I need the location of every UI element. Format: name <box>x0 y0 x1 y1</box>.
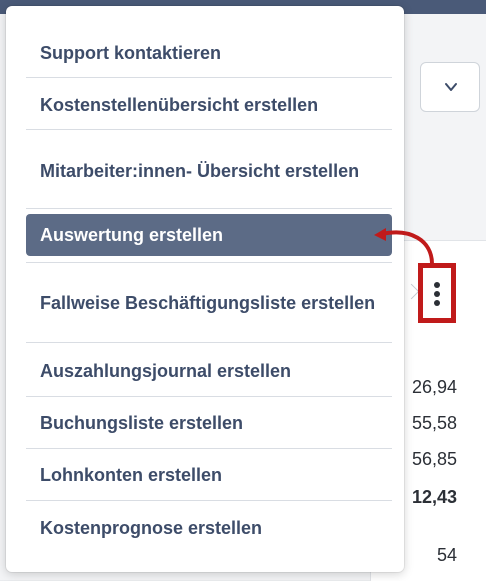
menu-item-auszahlungsjournal[interactable]: Auszahlungsjournal erstellen <box>26 354 392 388</box>
divider <box>26 208 392 209</box>
menu-item-support[interactable]: Support kontaktieren <box>26 36 392 70</box>
menu-item-label: Lohnkonten erstellen <box>40 465 223 485</box>
divider <box>26 448 392 449</box>
divider <box>26 396 392 397</box>
menu-item-label: Kostenstellenübersicht erstellen <box>40 95 319 115</box>
menu-item-auswertung[interactable]: Auswertung erstellen <box>26 214 392 256</box>
menu-item-label: Fallweise Beschäftigungsliste erstellen <box>40 293 376 313</box>
value-cell-total: 12,43 <box>411 487 457 507</box>
value-cell: 26,94 <box>411 377 457 397</box>
menu-item-fallweise[interactable]: Fallweise Beschäftigungsliste erstellen <box>26 274 392 332</box>
menu-item-buchungsliste[interactable]: Buchungsliste erstellen <box>26 406 392 440</box>
more-options-button[interactable] <box>418 263 456 323</box>
menu-item-label: Mitarbeiter:innen- Übersicht erstellen <box>40 161 360 181</box>
value-cell: 55,58 <box>411 413 457 433</box>
menu-item-mitarbeiter[interactable]: Mitarbeiter:innen- Übersicht erstellen <box>26 142 392 200</box>
more-vertical-icon <box>434 282 440 288</box>
divider <box>26 262 392 263</box>
divider <box>26 77 392 78</box>
value-cell: 54 <box>436 545 457 565</box>
menu-item-label: Support kontaktieren <box>40 43 222 63</box>
menu-item-kostenprognose[interactable]: Kostenprognose erstellen <box>26 511 392 545</box>
menu-item-label: Buchungsliste erstellen <box>40 413 244 433</box>
divider <box>26 342 392 343</box>
menu-item-label: Kostenprognose erstellen <box>40 518 263 538</box>
chevron-down-icon <box>445 83 457 91</box>
value-cell: 56,85 <box>411 449 457 469</box>
annotation-arrow <box>374 228 434 266</box>
divider <box>26 129 392 130</box>
dropdown-select[interactable] <box>420 62 480 112</box>
divider <box>26 500 392 501</box>
more-vertical-icon <box>434 291 440 297</box>
menu-item-kostenstellen[interactable]: Kostenstellenübersicht erstellen <box>26 88 392 122</box>
more-vertical-icon <box>434 300 440 306</box>
menu-item-label: Auswertung erstellen <box>40 225 224 245</box>
menu-item-label: Auszahlungsjournal erstellen <box>40 361 292 381</box>
menu-item-lohnkonten[interactable]: Lohnkonten erstellen <box>26 458 392 492</box>
context-menu: Support kontaktieren Kostenstellenübersi… <box>6 6 404 572</box>
